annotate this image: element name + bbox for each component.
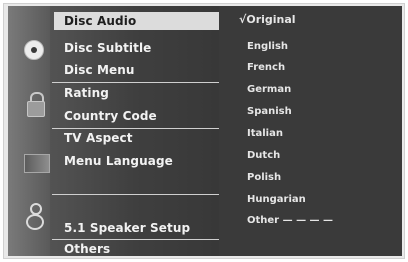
menu-divider	[52, 239, 222, 240]
option-polish[interactable]: Polish	[247, 172, 281, 183]
menu-divider	[52, 194, 222, 195]
option-german[interactable]: German	[247, 84, 291, 95]
menu-item-disc-subtitle[interactable]: Disc Subtitle	[64, 41, 151, 55]
option-french[interactable]: French	[247, 62, 285, 73]
menu-divider	[52, 128, 222, 129]
option-spanish[interactable]: Spanish	[247, 106, 292, 117]
menu-item-speaker-setup[interactable]: 5.1 Speaker Setup	[64, 221, 190, 235]
speaker-icon	[26, 203, 44, 230]
menu-divider	[52, 82, 222, 83]
menu-item-rating[interactable]: Rating	[64, 86, 109, 100]
option-original[interactable]: √Original	[239, 13, 296, 26]
option-panel: √Original English French German Spanish …	[219, 6, 402, 256]
option-italian[interactable]: Italian	[247, 128, 283, 139]
option-other[interactable]: Other — — — —	[247, 215, 333, 226]
option-label: Original	[246, 13, 296, 26]
menu-item-others[interactable]: Others	[64, 242, 110, 256]
menu-item-menu-language[interactable]: Menu Language	[64, 154, 173, 168]
option-hungarian[interactable]: Hungarian	[247, 194, 306, 205]
menu-item-country-code[interactable]: Country Code	[64, 109, 157, 123]
menu-category-panel: Disc Audio Disc Subtitle Disc Menu Ratin…	[8, 6, 260, 256]
setup-menu-window: Disc Audio Disc Subtitle Disc Menu Ratin…	[3, 3, 405, 259]
option-english[interactable]: English	[247, 41, 288, 52]
disc-icon	[24, 40, 44, 60]
option-dutch[interactable]: Dutch	[247, 150, 280, 161]
menu-item-tv-aspect[interactable]: TV Aspect	[64, 131, 133, 145]
lock-body-icon	[27, 101, 45, 117]
menu-item-disc-menu[interactable]: Disc Menu	[64, 63, 135, 77]
screen-icon	[24, 154, 50, 173]
